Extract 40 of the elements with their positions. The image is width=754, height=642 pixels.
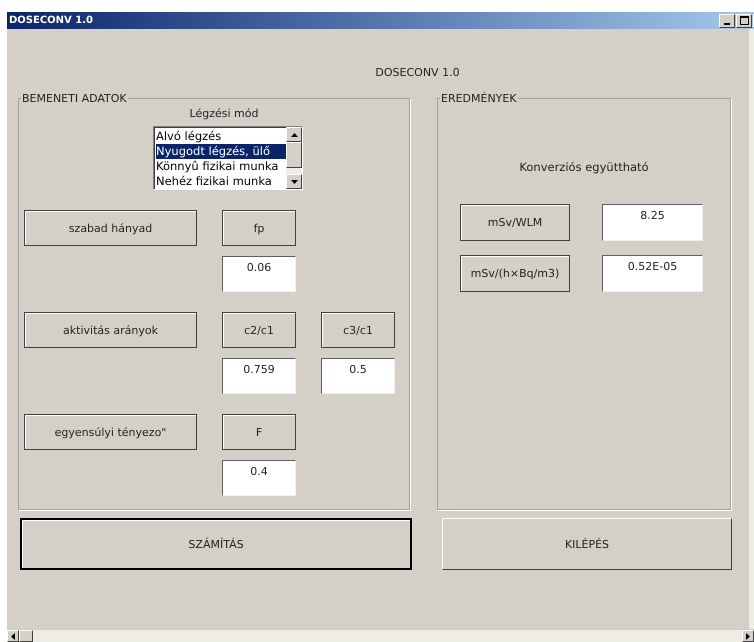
- list-item[interactable]: Alvó légzés: [156, 129, 286, 144]
- minimize-button[interactable]: [719, 14, 735, 28]
- result-field: 0.52E-05: [602, 255, 703, 292]
- left-arrow-icon: [11, 632, 15, 640]
- up-arrow-icon: [290, 132, 298, 136]
- right-arrow-icon: [746, 632, 750, 640]
- maximize-icon: [740, 16, 748, 25]
- parameter-label: szabad hányad: [24, 210, 197, 246]
- unit-label: mSv/(h×Bq/m3): [460, 255, 570, 292]
- value-field[interactable]: 0.4: [222, 460, 296, 496]
- action-button[interactable]: SZÁMÍTÁS: [20, 518, 412, 570]
- symbol-label: F: [222, 414, 296, 450]
- breathing-listbox[interactable]: Alvó légzés Nyugodt légzés, ülő Könnyû fizikai munka Nehéz fizikai munka: [153, 126, 303, 190]
- action-button[interactable]: KILÉPÉS: [442, 518, 732, 570]
- parameter-label: egyensúlyi tényezo": [24, 414, 197, 450]
- value-field[interactable]: 0.5: [321, 358, 395, 394]
- list-scrollbar[interactable]: [286, 127, 302, 189]
- value-field[interactable]: 0.06: [222, 256, 296, 292]
- value-field[interactable]: 0.759: [222, 358, 296, 394]
- app-heading: DOSECONV 1.0: [374, 66, 461, 80]
- list-label: Légzési mód: [188, 107, 260, 120]
- scrollbar-thumb[interactable]: [19, 630, 33, 642]
- list-item[interactable]: Nehéz fizikai munka: [156, 174, 286, 189]
- parameter-label: aktivitás arányok: [24, 312, 197, 348]
- window-title: DOSECONV 1.0: [9, 15, 93, 26]
- symbol-label: c3/c1: [321, 312, 395, 348]
- scrollbar-thumb[interactable]: [286, 142, 302, 168]
- list-item[interactable]: Nyugodt légzés, ülő: [156, 144, 286, 159]
- maximize-button[interactable]: [736, 14, 752, 28]
- horizontal-scrollbar[interactable]: [7, 629, 754, 642]
- result-field: 8.25: [602, 204, 703, 241]
- symbol-label: fp: [222, 210, 296, 246]
- down-arrow-icon: [290, 180, 298, 184]
- group-title: EREDMÉNYEK: [440, 92, 518, 105]
- group-title: BEMENETI ADATOK: [21, 92, 128, 105]
- unit-label: mSv/WLM: [460, 204, 570, 241]
- minimize-icon: [724, 22, 730, 24]
- results-subtitle: Konverziós együttható: [518, 160, 650, 174]
- list-item[interactable]: Könnyû fizikai munka: [156, 159, 286, 174]
- symbol-label: c2/c1: [222, 312, 296, 348]
